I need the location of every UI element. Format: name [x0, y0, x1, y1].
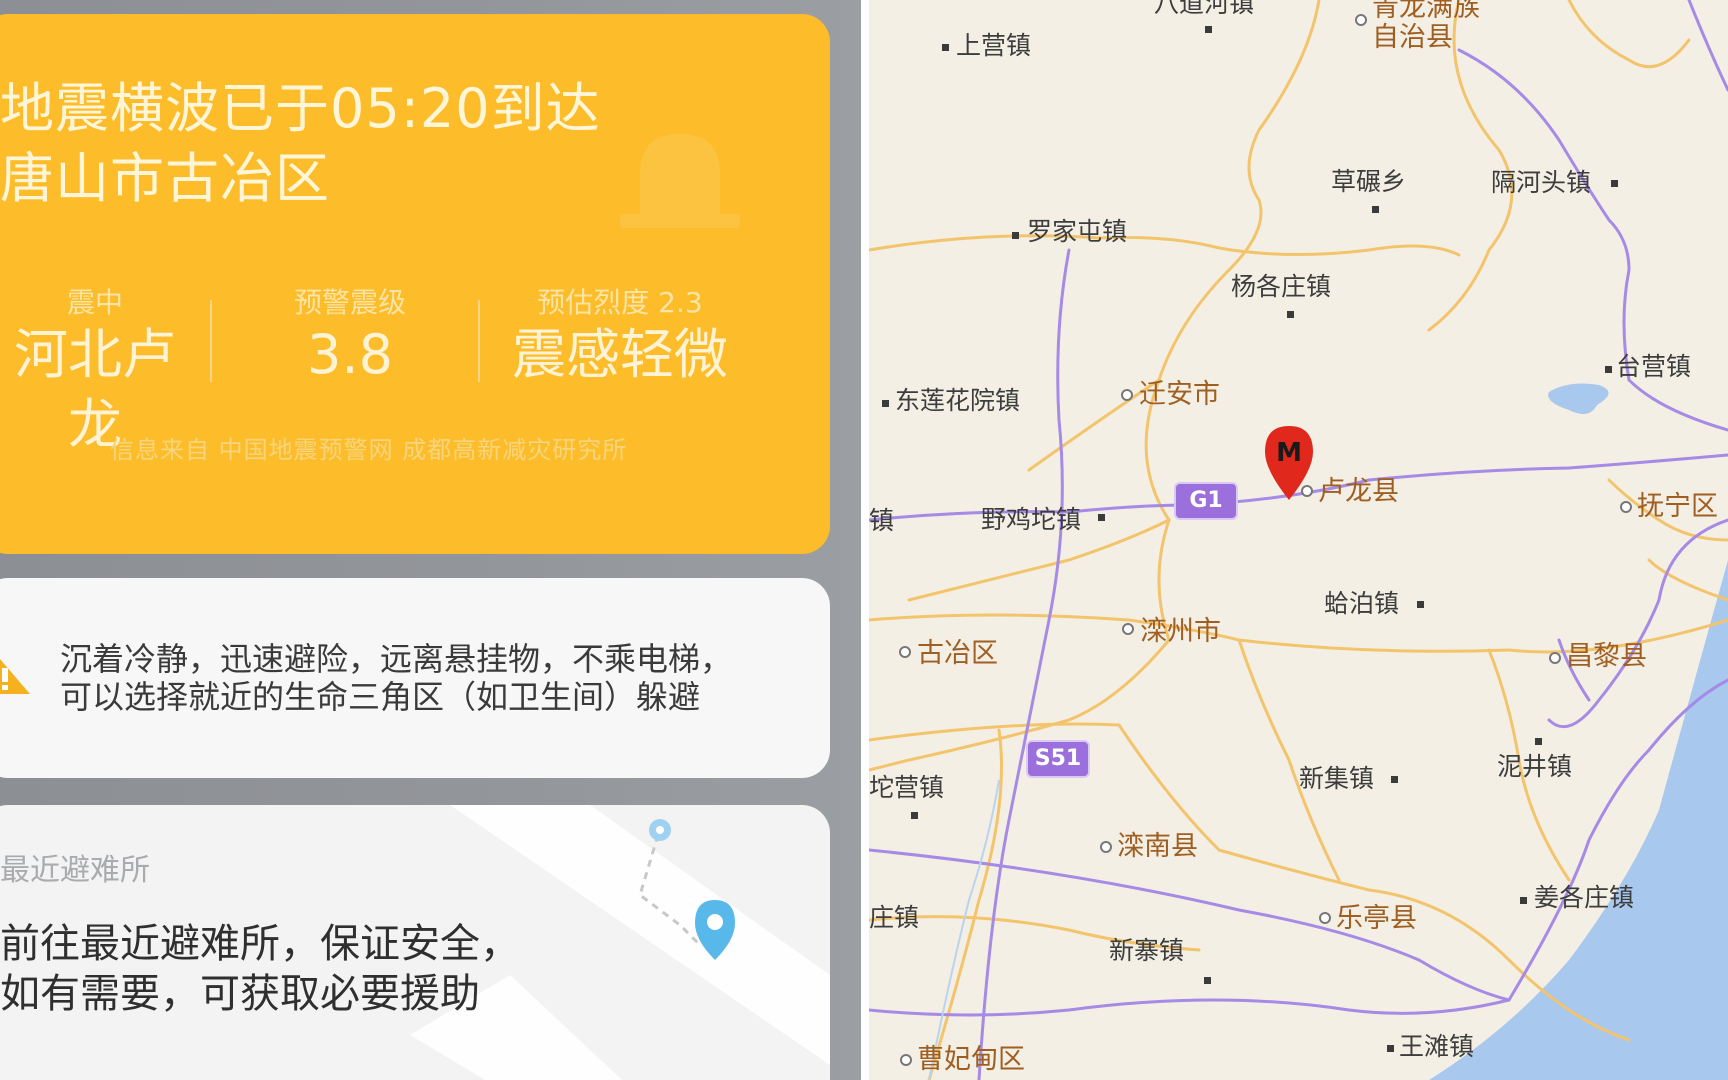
warning-icon — [0, 659, 30, 694]
stat-divider — [478, 300, 480, 382]
place-label: 姜各庄镇 — [1534, 883, 1635, 912]
shelter-card[interactable]: 最近避难所 前往最近避难所，保证安全， 如有需要，可获取必要援助 — [0, 805, 830, 1080]
magnitude-value: 3.8 — [307, 323, 393, 386]
place-label: 台营镇 — [1616, 352, 1692, 381]
source-note: 信息来自 中国地震预警网 成都高新减灾研究所 — [110, 436, 628, 464]
place-label: 东莲花院镇 — [895, 386, 1021, 415]
county-marker — [1121, 389, 1133, 401]
place-label: 野鸡坨镇 — [981, 505, 1082, 534]
marker-label: M — [1276, 438, 1302, 468]
alarm-bell-icon — [620, 134, 740, 228]
magnitude-stat: 预警震级 3.8 — [250, 286, 450, 390]
intensity-label: 预估烈度 2.3 — [537, 286, 703, 319]
place-label: 杨各庄镇 — [1231, 272, 1332, 301]
place-dot — [1287, 311, 1294, 318]
place-dot — [1520, 897, 1527, 904]
place-label: 蛤泊镇 — [1324, 589, 1400, 618]
county-marker — [1549, 652, 1561, 664]
place-label: 隔河头镇 — [1491, 168, 1592, 197]
county-marker — [1319, 912, 1331, 924]
intensity-stat: 预估烈度 2.3 震感轻微 — [510, 286, 730, 390]
stat-divider — [210, 300, 212, 382]
place-label: 泥井镇 — [1497, 752, 1573, 781]
place-dot — [1417, 601, 1424, 608]
place-label: 滦州市 — [1140, 616, 1221, 647]
shelter-title: 最近避难所 — [0, 853, 150, 888]
place-label: 昌黎县 — [1566, 641, 1647, 672]
place-label: 抚宁区 — [1637, 491, 1718, 522]
place-label: 上营镇 — [956, 31, 1032, 60]
place-label: 乐亭县 — [1336, 903, 1417, 934]
place-label: 罗家屯镇 — [1027, 217, 1128, 246]
s51-highway-shield: S51 — [1026, 740, 1090, 778]
county-marker — [1100, 841, 1112, 853]
alert-panel: 地震横波已于05:20到达 唐山市古冶区 震中 河北卢龙 预警震级 3.8 预估… — [0, 0, 861, 1080]
place-dot — [1391, 776, 1398, 783]
place-label: 新寨镇 — [1109, 936, 1185, 965]
map-roads — [869, 0, 1728, 1080]
place-dot — [911, 812, 918, 819]
county-marker — [899, 646, 911, 658]
place-dot — [1204, 977, 1211, 984]
alert-stats: 震中 河北卢龙 预警震级 3.8 预估烈度 2.3 震感轻微 — [0, 286, 780, 456]
place-dot — [1012, 232, 1019, 239]
advice-text: 沉着冷静，迅速避险，远离悬挂物，不乘电梯， 可以选择就近的生命三角区（如卫生间）… — [60, 640, 733, 716]
place-dot — [1205, 26, 1212, 33]
place-label: 卢龙县 — [1318, 476, 1399, 507]
place-label: 庄镇 — [869, 903, 920, 932]
place-label: 滦南县 — [1117, 831, 1198, 862]
place-dot — [1372, 206, 1379, 213]
place-dot — [1387, 1045, 1394, 1052]
place-label: 王滩镇 — [1399, 1032, 1475, 1061]
map-view[interactable]: G1 S51 M 八道河镇 青龙满族 自治县 上营镇 草碾乡 隔河头镇 罗家屯镇… — [869, 0, 1728, 1080]
place-label: 坨营镇 — [869, 773, 945, 802]
alert-title: 地震横波已于05:20到达 唐山市古冶区 — [0, 77, 601, 210]
earthquake-alert-card[interactable]: 地震横波已于05:20到达 唐山市古冶区 震中 河北卢龙 预警震级 3.8 预估… — [0, 14, 830, 554]
county-marker — [1122, 623, 1134, 635]
place-label: 曹妃甸区 — [917, 1044, 1025, 1075]
place-label: 自治县 — [1372, 22, 1453, 53]
place-dot — [1535, 738, 1542, 745]
place-label: 草碾乡 — [1331, 167, 1407, 196]
place-dot — [1611, 180, 1618, 187]
county-marker — [1301, 485, 1313, 497]
epicenter-label: 震中 — [66, 286, 123, 319]
place-label: 镇 — [869, 506, 895, 535]
county-marker — [900, 1054, 912, 1066]
pane-divider — [861, 0, 869, 1080]
place-dot — [942, 44, 949, 51]
magnitude-label: 预警震级 — [293, 286, 406, 319]
lake — [1548, 383, 1609, 414]
safety-advice-card[interactable]: 沉着冷静，迅速避险，远离悬挂物，不乘电梯， 可以选择就近的生命三角区（如卫生间）… — [0, 578, 830, 778]
shelter-text: 前往最近避难所，保证安全， 如有需要，可获取必要援助 — [0, 921, 520, 1017]
intensity-value: 震感轻微 — [512, 323, 728, 386]
place-dot — [1098, 514, 1105, 521]
county-marker — [1620, 501, 1632, 513]
place-label: 八道河镇 — [1154, 0, 1255, 18]
place-label: 青龙满族 — [1372, 0, 1480, 23]
place-label: 新集镇 — [1299, 764, 1375, 793]
place-label: 迁安市 — [1139, 379, 1220, 410]
g1-highway-shield: G1 — [1174, 482, 1238, 520]
county-marker — [1355, 14, 1367, 26]
place-dot — [882, 400, 889, 407]
place-label: 古冶区 — [917, 638, 998, 669]
place-dot — [1605, 366, 1612, 373]
